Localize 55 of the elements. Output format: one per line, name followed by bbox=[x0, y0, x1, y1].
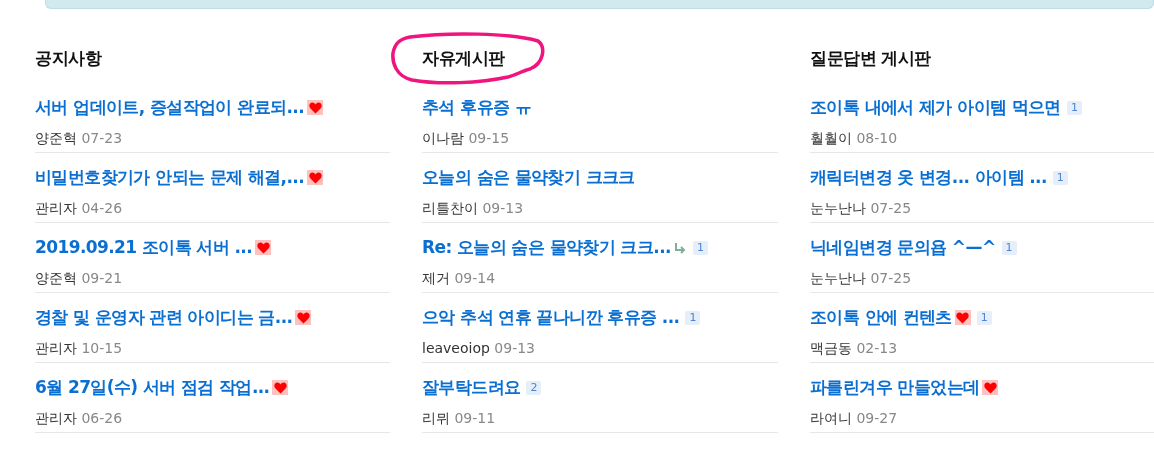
author-name: 관리자 bbox=[35, 339, 77, 356]
post-link[interactable]: 조이톡 안에 컨텐츠 bbox=[810, 305, 952, 331]
author-name: 양준혁 bbox=[35, 269, 77, 286]
post-date: 09-14 bbox=[454, 269, 496, 286]
author-name: 리뮈 bbox=[422, 409, 450, 426]
post-link[interactable]: 경찰 및 운영자 관련 아이디는 금... bbox=[35, 305, 293, 331]
post-link[interactable]: 비밀번호찾기가 안되는 문제 해결,... bbox=[35, 165, 304, 191]
post-date: 07-23 bbox=[81, 129, 123, 146]
post-link[interactable]: 으악 추석 연휴 끝나니깐 후유증 ... bbox=[422, 305, 680, 331]
post-date: 09-21 bbox=[81, 269, 123, 286]
author-name: 관리자 bbox=[35, 409, 77, 426]
comment-count: 1 bbox=[1001, 240, 1017, 255]
author-name: 제거 bbox=[422, 269, 450, 286]
post-date: 06-26 bbox=[81, 409, 123, 426]
post-link[interactable]: 오늘의 숨은 물약찾기 크크크 bbox=[422, 165, 635, 191]
author-name: 라여니 bbox=[810, 409, 852, 426]
post-link[interactable]: 캐릭터변경 옷 변경... 아이템 ... bbox=[810, 165, 1047, 191]
post-link[interactable]: 6월 27일(수) 서버 점검 작업... bbox=[35, 375, 270, 401]
post-date: 10-15 bbox=[81, 339, 123, 356]
post-date: 09-13 bbox=[482, 199, 524, 216]
author-name: 훨훨이 bbox=[810, 129, 852, 146]
board-title: 자유게시판 bbox=[422, 47, 505, 71]
comment-count: 1 bbox=[692, 240, 708, 255]
post-link[interactable]: 서버 업데이트, 증설작업이 완료되... bbox=[35, 95, 304, 121]
post-link[interactable]: 추석 후유증 ㅠ bbox=[422, 95, 532, 121]
post-link[interactable]: 닉네임변경 문의욥 ^—^ bbox=[810, 235, 996, 261]
author-name: 양준혁 bbox=[35, 129, 77, 146]
post-link[interactable]: Re: 오늘의 숨은 물약찾기 크크... bbox=[422, 235, 671, 261]
author-name: 리틀찬이 bbox=[422, 199, 478, 216]
author-name: leaveoiop bbox=[422, 339, 490, 356]
post-link[interactable]: 잘부탁드려요 bbox=[422, 375, 521, 401]
post-date: 02-13 bbox=[856, 339, 898, 356]
post-date: 09-27 bbox=[856, 409, 898, 426]
post-link[interactable]: 조이톡 내에서 제가 아이템 먹으면 bbox=[810, 95, 1061, 121]
post-date: 09-13 bbox=[494, 339, 536, 356]
post-date: 09-11 bbox=[454, 409, 496, 426]
post-date: 07-25 bbox=[870, 199, 912, 216]
author-name: 관리자 bbox=[35, 199, 77, 216]
comment-count: 1 bbox=[685, 310, 701, 325]
author-name: 눈누난나 bbox=[810, 199, 866, 216]
author-name: 맥금동 bbox=[810, 339, 852, 356]
author-name: 이나람 bbox=[422, 129, 464, 146]
post-link[interactable]: 2019.09.21 조이톡 서버 ... bbox=[35, 235, 253, 261]
post-date: 04-26 bbox=[81, 199, 123, 216]
board-title: 질문답변 게시판 bbox=[810, 47, 931, 71]
comment-count: 1 bbox=[976, 310, 992, 325]
author-name: 눈누난나 bbox=[810, 269, 866, 286]
comment-count: 2 bbox=[526, 380, 542, 395]
post-date: 07-25 bbox=[870, 269, 912, 286]
post-date: 09-15 bbox=[468, 129, 510, 146]
board-title: 공지사항 bbox=[35, 47, 101, 71]
comment-count: 1 bbox=[1052, 170, 1068, 185]
post-date: 08-10 bbox=[856, 129, 898, 146]
comment-count: 1 bbox=[1066, 100, 1082, 115]
post-link[interactable]: 파를린겨우 만들었는데 bbox=[810, 375, 980, 401]
